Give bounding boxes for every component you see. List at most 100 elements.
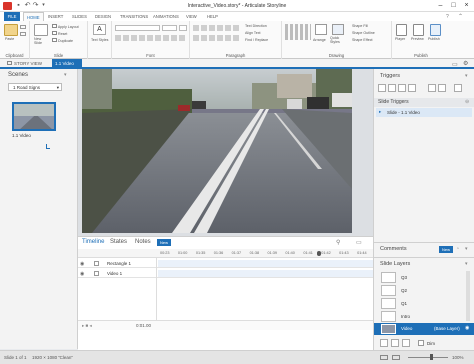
arrange-icon[interactable] bbox=[315, 24, 327, 35]
close-icon[interactable]: × bbox=[462, 1, 471, 10]
tab-view[interactable]: VIEW bbox=[183, 12, 200, 21]
move-up-icon[interactable] bbox=[428, 84, 436, 92]
text-direction-button[interactable]: Text Direction bbox=[245, 24, 267, 28]
alignment-buttons[interactable] bbox=[193, 35, 241, 41]
tab-design[interactable]: DESIGN bbox=[92, 12, 114, 21]
slide-tab[interactable]: 1.1 Video bbox=[52, 59, 82, 69]
duplicate-layer-icon[interactable] bbox=[391, 339, 399, 347]
tab-help[interactable]: HELP bbox=[204, 12, 221, 21]
cut-icon[interactable] bbox=[20, 25, 26, 29]
delete-layer-icon[interactable] bbox=[402, 339, 410, 347]
shape-effect-button[interactable]: Shape Effect bbox=[352, 38, 373, 42]
panel-menu-icon[interactable]: ▾ bbox=[465, 246, 468, 252]
comments-new-badge[interactable]: New bbox=[439, 246, 454, 253]
comments-user-icon[interactable]: ◔ bbox=[456, 246, 459, 252]
paste-label[interactable]: Paste bbox=[5, 37, 14, 41]
layer-item[interactable]: Intro bbox=[378, 310, 470, 323]
trigger-item[interactable]: ▸ Slide - 1.1 Video bbox=[376, 108, 472, 117]
scene-dropdown[interactable]: 1 Road Signs ▾ bbox=[8, 83, 62, 91]
panel-menu-icon[interactable]: ▾ bbox=[465, 73, 468, 79]
edit-trigger-icon[interactable] bbox=[388, 84, 396, 92]
new-slide-label[interactable]: New Slide bbox=[34, 37, 50, 45]
publish-icon[interactable] bbox=[430, 24, 441, 36]
shapes-gallery[interactable] bbox=[285, 24, 311, 40]
quick-styles-icon[interactable] bbox=[332, 24, 344, 35]
lock-checkbox[interactable] bbox=[94, 271, 99, 276]
fit-view-icon[interactable] bbox=[392, 355, 400, 360]
layer-item[interactable]: Q1 bbox=[378, 297, 470, 310]
eye-icon[interactable]: ◉ bbox=[80, 261, 84, 267]
collapse-ribbon-icon[interactable]: ⌃ bbox=[458, 13, 463, 20]
align-text-button[interactable]: Align Text bbox=[245, 31, 261, 35]
quick-styles-label[interactable]: Quick Styles bbox=[330, 36, 346, 44]
layers-scrollbar[interactable] bbox=[466, 271, 470, 321]
help-icon[interactable]: ? bbox=[446, 14, 449, 20]
player-label[interactable]: Player bbox=[395, 37, 405, 41]
tab-transitions[interactable]: TRANSITIONS bbox=[117, 12, 151, 21]
layer-item[interactable]: Q3 bbox=[378, 271, 470, 284]
paste-trigger-icon[interactable] bbox=[408, 84, 416, 92]
tab-notes[interactable]: Notes bbox=[135, 239, 151, 245]
timeline-ruler[interactable]: 00:23 01:00 01:35 01:36 01:37 01:38 01:39 01:40… bbox=[78, 249, 373, 258]
shape-fill-button[interactable]: Shape Fill bbox=[352, 24, 368, 28]
video-frame[interactable] bbox=[82, 69, 352, 233]
new-badge[interactable]: New bbox=[157, 239, 172, 246]
tab-timeline[interactable]: Timeline bbox=[82, 239, 104, 245]
tab-home[interactable]: HOME bbox=[23, 12, 44, 21]
slide-thumbnail[interactable] bbox=[12, 102, 56, 131]
eye-icon[interactable]: ◉ bbox=[80, 271, 84, 277]
dim-checkbox[interactable] bbox=[418, 340, 424, 346]
font-family-select[interactable] bbox=[115, 25, 160, 31]
new-layer-icon[interactable] bbox=[380, 339, 388, 347]
new-slide-icon[interactable] bbox=[34, 24, 48, 36]
row-bar[interactable] bbox=[158, 270, 373, 277]
layer-item[interactable]: Q2 bbox=[378, 284, 470, 297]
paste-icon[interactable] bbox=[4, 24, 18, 36]
preview-icon[interactable] bbox=[413, 24, 424, 36]
panel-menu-icon[interactable]: ▾ bbox=[465, 261, 468, 267]
clear-format-icon[interactable] bbox=[179, 25, 187, 31]
preview-label[interactable]: Preview bbox=[411, 37, 424, 41]
player-icon[interactable] bbox=[396, 24, 407, 36]
text-styles-label[interactable]: Text Styles bbox=[91, 38, 108, 42]
timeline-row[interactable]: ◉ Rectangle 1 bbox=[78, 259, 373, 268]
story-view-tab[interactable]: STORY VIEW bbox=[4, 59, 45, 69]
font-format-buttons[interactable] bbox=[115, 35, 185, 41]
zoom-slider-thumb[interactable] bbox=[430, 354, 433, 360]
expand-arrow-icon[interactable]: ▸ bbox=[379, 109, 381, 115]
zoom-slider[interactable] bbox=[408, 357, 448, 358]
copy-trigger-icon[interactable] bbox=[398, 84, 406, 92]
timeline-row[interactable]: ◉ Video 1 bbox=[78, 269, 373, 278]
duplicate-button[interactable]: Duplicate bbox=[52, 38, 73, 43]
apply-layout-button[interactable]: Apply Layout bbox=[52, 24, 79, 29]
maximize-icon[interactable]: □ bbox=[449, 1, 458, 10]
publish-label[interactable]: Publish bbox=[428, 37, 440, 41]
playhead-icon[interactable] bbox=[317, 251, 321, 256]
tab-slides[interactable]: SLIDES bbox=[69, 12, 90, 21]
tab-file[interactable]: FILE bbox=[4, 12, 20, 21]
text-styles-icon[interactable]: A bbox=[93, 24, 106, 35]
row-bar[interactable] bbox=[158, 260, 373, 267]
tab-animations[interactable]: ANIMATIONS bbox=[150, 12, 182, 21]
find-replace-button[interactable]: Find / Replace bbox=[245, 38, 268, 42]
collapse-icon[interactable]: ⊖ bbox=[465, 99, 469, 105]
reset-button[interactable]: Reset bbox=[52, 31, 67, 36]
tab-states[interactable]: States bbox=[110, 239, 127, 245]
footer-controls[interactable]: ▸ ■ ◂ bbox=[82, 323, 92, 329]
arrange-label[interactable]: Arrange bbox=[313, 38, 326, 42]
panel-menu-icon[interactable]: ▾ bbox=[64, 72, 67, 78]
slide-canvas[interactable] bbox=[82, 69, 352, 233]
panel-layout-icon[interactable]: ▭ bbox=[452, 61, 458, 68]
minimize-icon[interactable]: – bbox=[436, 1, 445, 10]
font-size-select[interactable] bbox=[162, 25, 177, 31]
base-layer-item[interactable]: Video (Base Layer) ◉ bbox=[374, 323, 474, 335]
shape-outline-button[interactable]: Shape Outline bbox=[352, 31, 375, 35]
normal-view-icon[interactable] bbox=[380, 355, 388, 360]
delete-trigger-icon[interactable] bbox=[454, 84, 462, 92]
lock-checkbox[interactable] bbox=[94, 261, 99, 266]
add-cue-icon[interactable]: ⚲ bbox=[336, 239, 340, 246]
move-down-icon[interactable] bbox=[438, 84, 446, 92]
copy-icon[interactable] bbox=[20, 32, 26, 36]
panel-undock-icon[interactable]: ▭ bbox=[356, 239, 362, 246]
tab-insert[interactable]: INSERT bbox=[45, 12, 66, 21]
